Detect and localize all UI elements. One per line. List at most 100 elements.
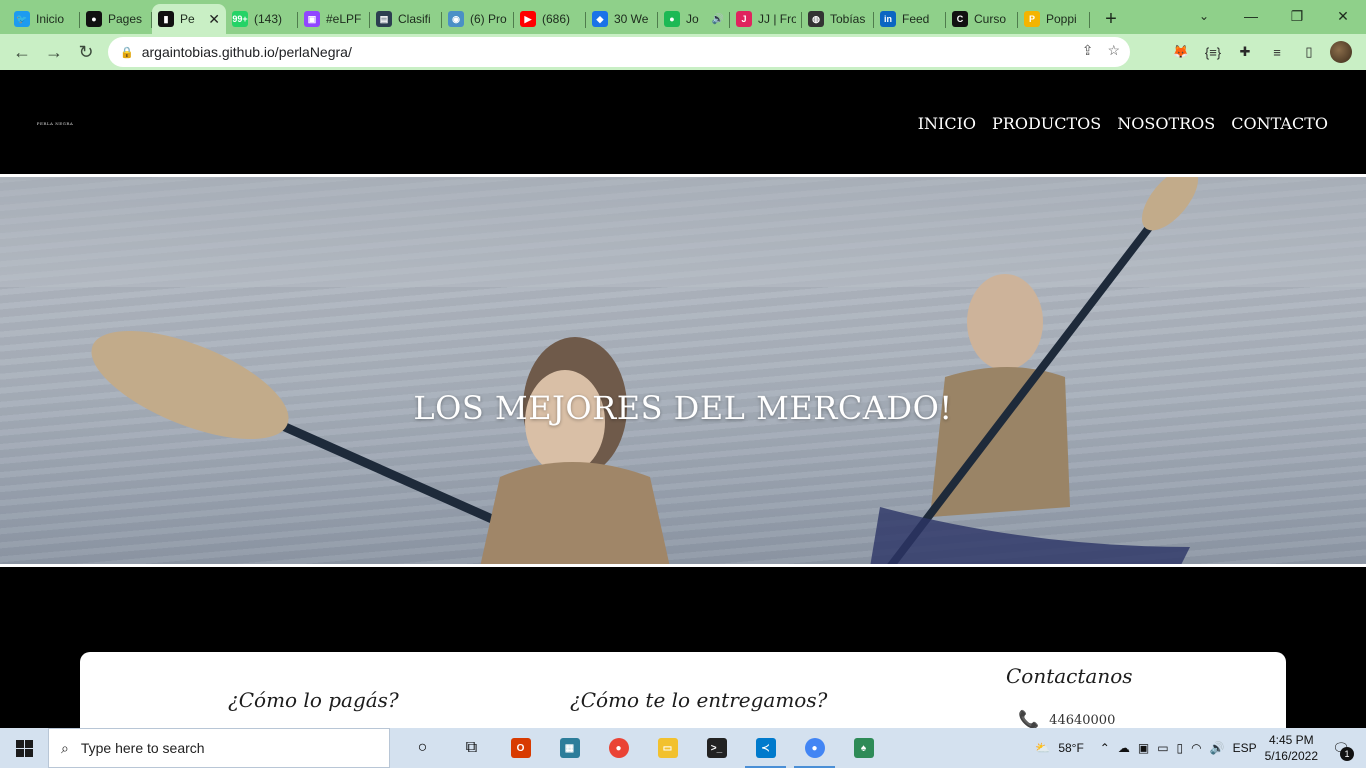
volume-icon[interactable]: 🔊	[1210, 741, 1225, 755]
delivery-title: ¿Cómo te lo entregamos?	[570, 688, 828, 712]
taskbar-search-box[interactable]: ⌕ Type here to search	[48, 728, 390, 768]
browser-tab[interactable]: ▶ (686)	[514, 4, 586, 34]
spotify-icon: ●	[664, 11, 680, 27]
kayakers-illustration	[0, 177, 1366, 564]
extensions-puzzle-icon[interactable]: ✚	[1234, 41, 1256, 63]
reading-list-icon[interactable]: ≡	[1266, 41, 1288, 63]
browser-tab[interactable]: ◆ 30 We	[586, 4, 658, 34]
browser-tab-strip: 🐦 Inicio ● Pages ▮ Pe ✕ 99+ (143) ▣ #eLPF ▤ Clasifi ◉…	[0, 0, 1366, 34]
system-tray: ⛅ 58°F ⌃ ☁ ▣ ▭ ▯ ◠ 🔊 ESP 4:45 PM 5/16/20…	[1035, 728, 1366, 768]
twitch-icon: ▣	[304, 11, 320, 27]
phone-icon: 📞	[1018, 710, 1040, 728]
tab-title: JJ | Fro	[758, 12, 796, 26]
chevron-up-icon[interactable]: ⌃	[1100, 741, 1110, 755]
weather-temp[interactable]: 58°F	[1058, 741, 1083, 755]
new-tab-button[interactable]: +	[1096, 4, 1126, 34]
search-icon: ⌕	[61, 739, 69, 756]
browser-tab[interactable]: J JJ | Fro	[730, 4, 802, 34]
start-button[interactable]	[0, 728, 48, 768]
tab-title: Clasifi	[398, 12, 431, 26]
contact-title: Contactanos	[1006, 664, 1133, 688]
browser-tab[interactable]: ▣ #eLPF	[298, 4, 370, 34]
browser-tab[interactable]: P Poppi	[1018, 4, 1090, 34]
tab-title: Pe	[180, 12, 195, 26]
file-explorer-icon[interactable]: ▭	[643, 728, 692, 768]
clock[interactable]: 4:45 PM 5/16/2022	[1265, 732, 1318, 764]
profile-avatar-icon[interactable]	[1330, 41, 1352, 63]
nav-link-nosotros[interactable]: NOSOTROS	[1117, 114, 1215, 133]
browser-tab[interactable]: 🐦 Inicio	[8, 4, 80, 34]
json-viewer-icon[interactable]: {≡}	[1202, 41, 1224, 63]
solitaire-icon[interactable]: ♠	[839, 728, 888, 768]
tab-title: (686)	[542, 12, 571, 26]
extensions-area: 🦊 {≡} ✚ ≡ ▯	[1170, 36, 1352, 68]
tab-title: Poppi	[1046, 12, 1077, 26]
footer-info-card: ¿Cómo lo pagás? ¿Cómo te lo entregamos? …	[80, 652, 1286, 728]
hero-title: LOS MEJORES DEL MERCADO!	[413, 389, 953, 427]
side-panel-icon[interactable]: ▯	[1298, 41, 1320, 63]
nav-link-productos[interactable]: PRODUCTOS	[992, 114, 1101, 133]
browser-tab[interactable]: ● Jo 🔊	[658, 4, 730, 34]
nav-link-inicio[interactable]: INICIO	[918, 114, 976, 133]
network-app-icon[interactable]: ▦	[545, 728, 594, 768]
bookmark-star-icon[interactable]: ☆	[1107, 42, 1120, 59]
site-logo[interactable]: PERLA NEGRA	[32, 117, 78, 129]
notifications-icon[interactable]: 🗨 1	[1326, 733, 1356, 763]
clock-time: 4:45 PM	[1268, 733, 1314, 747]
browser-tab[interactable]: ◍ Tobías	[802, 4, 874, 34]
window-controls: — ❐ ✕	[1228, 0, 1366, 32]
browser-tab[interactable]: ● Pages	[80, 4, 152, 34]
platzi-icon: ◉	[448, 11, 464, 27]
phone-number[interactable]: 44640000	[1049, 713, 1115, 728]
contact-phone: 📞 44640000	[1018, 710, 1115, 728]
browser-tab[interactable]: in Feed	[874, 4, 946, 34]
whatsapp-icon: 99+	[232, 11, 248, 27]
close-tab-icon[interactable]: ✕	[208, 11, 220, 28]
office-icon[interactable]: O	[496, 728, 545, 768]
tab-title: #eLPF	[326, 12, 362, 26]
browser-tab[interactable]: ◉ (6) Pro	[442, 4, 514, 34]
weather-icon[interactable]: ⛅	[1035, 741, 1050, 755]
metamask-icon[interactable]: 🦊	[1170, 41, 1192, 63]
tab-title: Pages	[108, 12, 143, 26]
nav-link-contacto[interactable]: CONTACTO	[1231, 114, 1328, 133]
browser-tab[interactable]: ▤ Clasifi	[370, 4, 442, 34]
monitor-icon[interactable]: ▣	[1138, 741, 1149, 755]
reload-icon[interactable]: ↻	[70, 36, 102, 68]
back-icon[interactable]: ←	[6, 36, 38, 68]
task-view-icon[interactable]: ⧉	[447, 728, 496, 768]
restore-icon[interactable]: ❐	[1274, 0, 1320, 32]
tab-title: (143)	[254, 12, 283, 26]
cortana-icon[interactable]: ○	[398, 728, 447, 768]
minimize-icon[interactable]: —	[1228, 0, 1274, 32]
tab-title: (6) Pro	[470, 12, 507, 26]
browser-tab[interactable]: C Curso	[946, 4, 1018, 34]
vscode-icon[interactable]: ≺	[741, 728, 790, 768]
device-icon[interactable]: ▯	[1177, 741, 1184, 755]
language-indicator[interactable]: ESP	[1233, 741, 1257, 755]
battery-icon[interactable]: ▭	[1157, 741, 1168, 755]
search-placeholder: Type here to search	[80, 740, 205, 756]
cloud-icon[interactable]: ☁	[1118, 741, 1130, 755]
browser-tab[interactable]: 99+ (143)	[226, 4, 298, 34]
browser-tab[interactable]: ▮ Pe ✕	[152, 4, 226, 34]
url-text: argaintobias.github.io/perlaNegra/	[141, 44, 352, 60]
chrome-profile-icon[interactable]: ●	[790, 728, 839, 768]
windows-taskbar: ⌕ Type here to search ○ ⧉ O ▦ ● ▭ >_ ≺ ●…	[0, 728, 1366, 768]
address-bar[interactable]: 🔒 argaintobias.github.io/perlaNegra/ ⇪ ☆	[108, 37, 1130, 67]
notification-count: 1	[1340, 747, 1354, 761]
payment-title: ¿Cómo lo pagás?	[228, 688, 399, 712]
wifi-icon[interactable]: ◠	[1191, 741, 1201, 755]
logo-text: PERLA NEGRA	[36, 120, 74, 126]
chrome-icon[interactable]: ●	[594, 728, 643, 768]
audio-playing-icon[interactable]: 🔊	[712, 14, 724, 25]
browser-toolbar: ← → ↻ 🔒 argaintobias.github.io/perlaNegr…	[0, 34, 1366, 70]
tab-title: Jo	[686, 12, 699, 26]
jj-icon: J	[736, 11, 752, 27]
close-window-icon[interactable]: ✕	[1320, 0, 1366, 32]
forward-icon[interactable]: →	[38, 36, 70, 68]
share-icon[interactable]: ⇪	[1082, 42, 1094, 59]
tab-search-icon[interactable]: ⌄	[1192, 4, 1216, 28]
terminal-icon[interactable]: >_	[692, 728, 741, 768]
tab-title: Inicio	[36, 12, 65, 26]
